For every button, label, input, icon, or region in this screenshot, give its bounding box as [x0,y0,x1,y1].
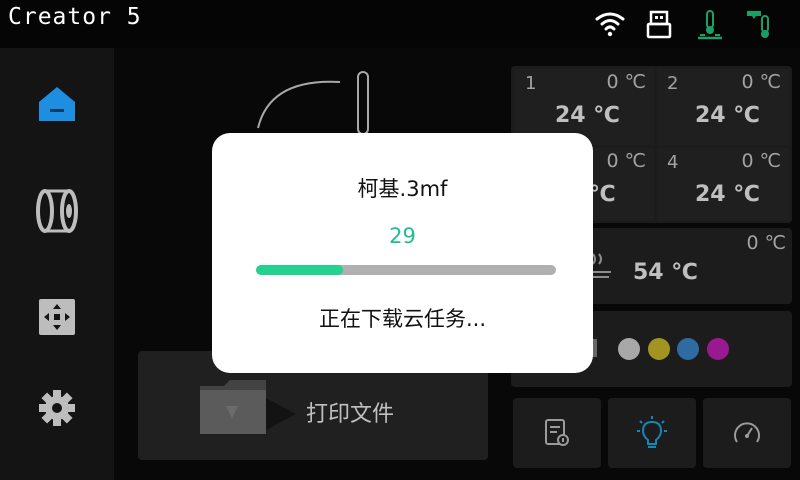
filament-color-blue[interactable] [677,338,699,360]
bed-current-temp: 54 ℃ [633,260,698,285]
slot-number: 4 [667,152,679,173]
folder-icon [200,380,296,434]
print-file-label: 打印文件 [306,402,395,427]
top-bar: Creator 5 [0,0,800,48]
dialog-progress-value: 29 [389,224,416,248]
file-info-button[interactable] [513,398,601,468]
slot-current-temp: 24 ℃ [555,103,620,128]
filament-color-yellow[interactable] [648,338,670,360]
move-axis-icon [39,299,75,335]
gear-icon [39,390,75,426]
slot-number: 2 [667,73,679,94]
sidebar-item-home[interactable] [29,77,85,133]
slot-target-temp: 0 ℃ [741,71,781,93]
speed-button[interactable] [703,398,791,468]
sidebar-item-filament[interactable] [29,183,85,239]
home-icon [39,87,75,121]
wifi-icon[interactable] [594,8,626,40]
sidebar-item-control[interactable] [29,289,85,345]
filament-color-white[interactable] [618,338,640,360]
speedometer-icon [734,422,760,443]
slot-current-temp: 24 ℃ [695,103,760,128]
slot-current-temp: 24 ℃ [695,182,760,207]
light-button[interactable] [608,398,696,468]
slot-4[interactable]: 4 0 ℃ 24 ℃ [657,148,789,220]
slot-target-temp: 0 ℃ [606,71,646,93]
dialog-progress-fill [256,265,343,275]
sidebar-item-settings[interactable] [29,380,85,436]
slot-2[interactable]: 2 0 ℃ 24 ℃ [657,69,789,145]
slot-target-temp: 0 ℃ [741,150,781,172]
dialog-filename: 柯基.3mf [357,177,448,201]
filament-spool-icon [36,189,78,233]
filament-color-magenta[interactable] [707,338,729,360]
dialog-progress-bar [256,265,556,275]
slot-target-temp: 0 ℃ [606,150,646,172]
dialog-status: 正在下载云任务... [318,307,487,331]
usb-drive-icon[interactable] [643,8,675,40]
download-dialog: 柯基.3mf 29 正在下载云任务... [212,133,593,373]
lightbulb-icon [637,416,667,448]
bed-target-temp: 0 ℃ [746,232,786,254]
slot-number: 1 [525,73,537,94]
file-info-icon [545,419,569,446]
printer-title: Creator 5 [8,4,142,30]
bed-thermometer-icon[interactable] [694,8,726,40]
nozzle-thermometer-icon[interactable] [744,8,776,40]
